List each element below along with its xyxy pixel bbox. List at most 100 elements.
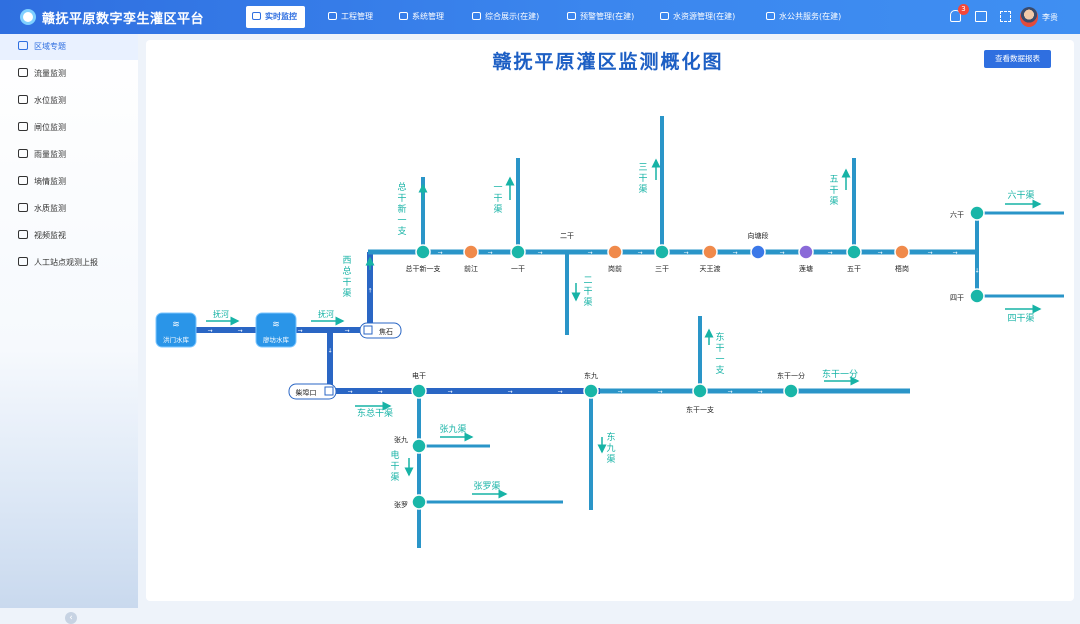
flow-marker: → <box>347 389 352 396</box>
flow-marker: → <box>587 250 592 257</box>
canal-diagram: 赣抚平原灌区监测概化图 ≋ 洪门水库 ≋ 廖坊水库 抚河 抚河 焦石 柴埠口 总… <box>155 50 1064 548</box>
canal-label-char: 支 <box>397 225 406 237</box>
gate-label: 焦石 <box>379 327 393 336</box>
canal-label: 电干渠 <box>390 449 414 483</box>
canal-label-text: 东总干渠 <box>357 407 393 419</box>
monitor-node[interactable]: 电干 <box>411 371 427 399</box>
reservoir-hongmen[interactable]: ≋ 洪门水库 <box>155 312 197 348</box>
canal-label-char: 一 <box>397 216 406 226</box>
node-label: 天王渡 <box>700 264 721 273</box>
canal-label-char: 五 <box>829 175 838 185</box>
node-icon <box>510 244 526 260</box>
canal-label-char: 电 <box>390 449 399 461</box>
monitor-node[interactable]: 四干 <box>950 288 985 304</box>
canal-label-char: 干 <box>397 193 406 204</box>
monitor-node[interactable]: 前江 <box>463 244 479 273</box>
node-icon <box>463 244 479 260</box>
monitor-node[interactable]: 五干 <box>846 244 862 273</box>
flow-marker: → <box>827 250 832 257</box>
flow-marker: → <box>779 250 784 257</box>
monitor-node[interactable]: 莲塘 <box>798 244 814 273</box>
node-label: 前江 <box>464 264 478 273</box>
monitor-node[interactable]: 东干一分 <box>777 371 805 399</box>
canal-label-char: 干 <box>829 185 838 196</box>
node-label: 莲塘 <box>799 264 813 273</box>
canal-label-char: 渠 <box>390 471 399 483</box>
node-label: 东九 <box>584 371 598 380</box>
gate-jiaoshi[interactable]: 焦石 <box>359 322 402 339</box>
canal-label-char: 九 <box>606 443 615 454</box>
canal-label: 西总干渠 <box>342 255 375 299</box>
reservoir-icon: ≋ <box>272 320 280 330</box>
canal-label-char: 三 <box>638 163 647 173</box>
canal-label-char: 干 <box>390 461 399 472</box>
flow-marker: → <box>447 389 452 396</box>
canal-label: 东干一支 <box>704 328 725 376</box>
node-icon <box>894 244 910 260</box>
canal-label-text: 张九渠 <box>439 423 466 435</box>
node-icon <box>969 205 985 221</box>
canal-label: 张罗渠 <box>472 480 508 499</box>
gate-chaibukou[interactable]: 柴埠口 <box>288 383 337 400</box>
flow-marker: ↓ <box>327 348 332 355</box>
monitor-node[interactable]: 总干新一支 <box>406 244 441 273</box>
node-label: 五干 <box>847 265 861 273</box>
canal-label: 六干渠 <box>1005 189 1042 209</box>
canal-label-text: 张罗渠 <box>473 480 500 492</box>
flow-marker: → <box>344 328 349 335</box>
canal-label: 四干渠 <box>1005 304 1042 324</box>
node-label: 四干 <box>950 294 964 302</box>
node-label: 一干 <box>511 265 525 273</box>
canal-label: 东九渠 <box>597 431 616 465</box>
canal-label-char: 一 <box>493 183 502 193</box>
node-icon <box>750 244 766 260</box>
flow-marker: → <box>377 389 382 396</box>
monitor-node[interactable]: 三干 <box>654 244 670 273</box>
canal-label-char: 干 <box>638 173 647 184</box>
canal-label-char: 渠 <box>493 203 502 215</box>
canal-label: 二干渠 <box>571 276 593 308</box>
flow-marker: → <box>727 389 732 396</box>
canal-label: 总干新一支 <box>397 181 428 237</box>
monitor-node[interactable]: 二干 <box>560 232 574 240</box>
node-label: 向塘段 <box>748 231 769 240</box>
monitor-node[interactable]: 张罗 <box>394 494 427 510</box>
canal-label: 张九渠 <box>439 423 474 442</box>
monitor-node[interactable]: 向塘段 <box>748 231 769 260</box>
flow-marker: → <box>557 389 562 396</box>
node-label: 张罗 <box>394 500 408 509</box>
monitor-node[interactable]: 梧岗 <box>894 244 910 273</box>
node-label: 电干 <box>412 371 426 380</box>
reservoir-liaofang[interactable]: ≋ 廖坊水库 <box>255 312 297 348</box>
flow-marker: → <box>507 389 512 396</box>
monitor-node[interactable]: 东九 <box>583 371 599 399</box>
monitor-node[interactable]: 天王渡 <box>700 244 721 273</box>
canal-label-char: 渠 <box>583 296 592 308</box>
chevron-left-icon[interactable]: ‹ <box>65 612 77 624</box>
canal-label-char: 西 <box>342 255 351 266</box>
flow-marker: → <box>952 250 957 257</box>
river-label: 抚河 <box>213 309 229 319</box>
canal-label-char: 新 <box>397 203 406 215</box>
canal-label-char: 干 <box>493 193 502 204</box>
monitor-node[interactable]: 岗前 <box>607 244 623 273</box>
canal-label-char: 二 <box>583 276 592 286</box>
node-label: 六干 <box>950 210 964 219</box>
canal-label-text: 六干渠 <box>1007 189 1034 201</box>
canal-label-char: 渠 <box>638 183 647 195</box>
canal-label-char: 一 <box>715 355 724 365</box>
monitor-node[interactable]: 一干 <box>510 244 526 273</box>
flow-marker: ↓ <box>974 268 979 275</box>
node-label: 东干一支 <box>686 405 714 414</box>
monitor-node[interactable]: 六干 <box>950 205 985 221</box>
flow-marker: → <box>487 250 492 257</box>
canal-label-text: 东干一分 <box>822 368 858 380</box>
canal-label-text: 四干渠 <box>1007 312 1034 324</box>
node-icon <box>411 438 427 454</box>
canal-label-char: 渠 <box>342 287 351 299</box>
canal-label: 东干一分 <box>822 368 860 386</box>
flow-marker: → <box>437 250 442 257</box>
flow-marker: → <box>207 328 212 335</box>
node-icon <box>654 244 670 260</box>
flow-marker: → <box>877 250 882 257</box>
